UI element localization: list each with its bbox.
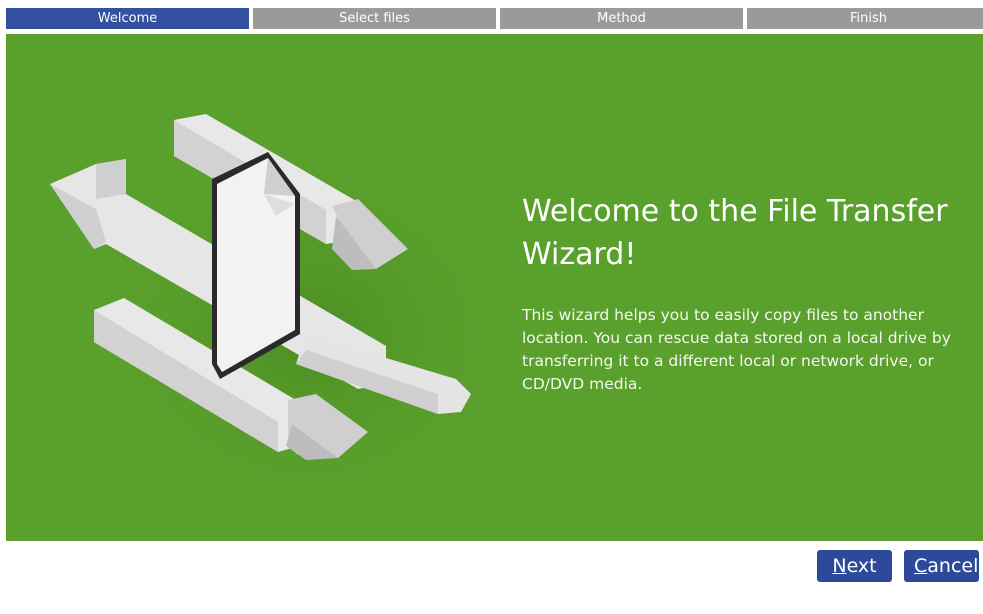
wizard-footer: Next › Cancel: [0, 541, 983, 609]
step-welcome: Welcome: [6, 8, 249, 29]
wizard-steps: Welcome Select files Method Finish: [6, 8, 983, 29]
step-finish: Finish: [747, 8, 983, 29]
cancel-button[interactable]: Cancel: [904, 550, 979, 582]
next-button[interactable]: Next ›: [817, 550, 892, 609]
file-transfer-illustration: [50, 114, 506, 524]
step-method: Method: [500, 8, 743, 29]
welcome-text: Welcome to the File Transfer Wizard! Thi…: [522, 190, 962, 396]
welcome-description: This wizard helps you to easily copy fil…: [522, 306, 951, 393]
page-title: Welcome to the File Transfer Wizard!: [522, 194, 948, 272]
welcome-panel: Welcome to the File Transfer Wizard! Thi…: [6, 34, 983, 541]
cancel-label: ancel: [927, 555, 979, 577]
step-select-files: Select files: [253, 8, 496, 29]
next-mnemonic: N: [832, 555, 847, 577]
next-label: ext ›: [846, 555, 877, 609]
cancel-mnemonic: C: [914, 555, 928, 577]
